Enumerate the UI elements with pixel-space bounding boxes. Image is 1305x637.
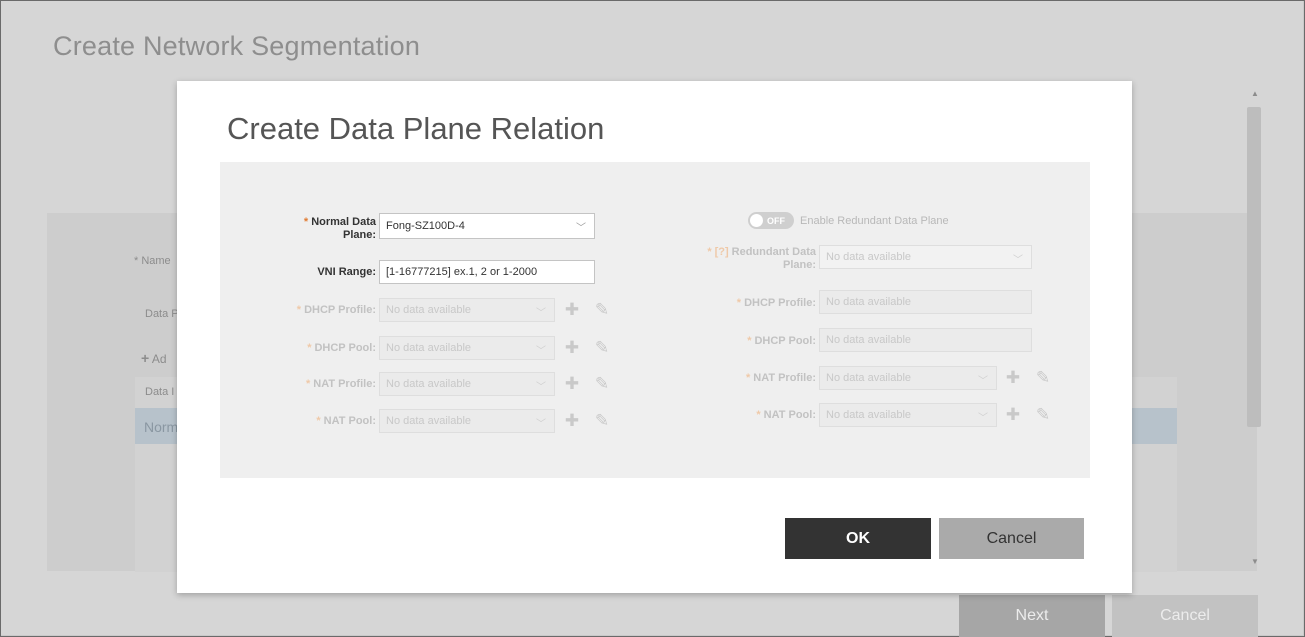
chevron-down-icon: ﹀ xyxy=(536,308,546,319)
redundant-dhcp-pool-value: No data available xyxy=(826,334,912,346)
edit-redundant-nat-profile-icon[interactable]: ✎ xyxy=(1033,367,1053,389)
redundant-dhcp-pool-label: * DHCP Pool: xyxy=(747,335,816,347)
ok-button[interactable]: OK xyxy=(785,518,931,559)
redundant-nat-profile-select[interactable]: No data available ﹀ xyxy=(819,366,997,390)
nat-profile-label: * NAT Profile: xyxy=(305,378,376,390)
name-label: * Name xyxy=(134,255,171,267)
required-marker: * xyxy=(707,246,712,258)
help-icon[interactable]: [?] xyxy=(715,246,729,258)
redundant-nat-profile-label: * NAT Profile: xyxy=(745,372,816,384)
scroll-down-icon[interactable]: ▼ xyxy=(1251,557,1259,566)
dhcp-pool-label: * DHCP Pool: xyxy=(307,342,376,354)
dialog-title: Create Data Plane Relation xyxy=(227,111,605,146)
required-marker: * xyxy=(736,297,742,309)
plus-icon: + xyxy=(141,350,150,366)
dhcp-pool-value: No data available xyxy=(386,342,472,354)
chevron-down-icon: ﹀ xyxy=(978,376,988,387)
add-dhcp-profile-icon[interactable]: ✚ xyxy=(562,299,582,321)
required-marker: * xyxy=(316,415,321,427)
edit-dhcp-pool-icon[interactable]: ✎ xyxy=(592,337,612,359)
redundant-data-plane-toggle[interactable]: OFF xyxy=(748,212,794,229)
page-title: Create Network Segmentation xyxy=(53,31,421,61)
nat-pool-value: No data available xyxy=(386,415,472,427)
nat-profile-select[interactable]: No data available ﹀ xyxy=(379,372,555,396)
toggle-state: OFF xyxy=(767,215,785,226)
redundant-toggle-label: Enable Redundant Data Plane xyxy=(800,215,949,227)
chevron-down-icon: ﹀ xyxy=(536,382,546,393)
required-marker: * xyxy=(296,304,302,316)
cancel-button[interactable]: Cancel xyxy=(939,518,1084,559)
nat-pool-select[interactable]: No data available ﹀ xyxy=(379,409,555,433)
dhcp-pool-select[interactable]: No data available ﹀ xyxy=(379,336,555,360)
normal-data-plane-value: Fong-SZ100D-4 xyxy=(386,220,465,232)
add-redundant-nat-pool-icon[interactable]: ✚ xyxy=(1003,404,1023,426)
required-marker: * xyxy=(745,372,751,384)
vni-range-label: VNI Range: xyxy=(317,266,376,278)
normal-data-plane-label: * Normal Data Plane: xyxy=(303,216,376,241)
edit-redundant-nat-pool-icon[interactable]: ✎ xyxy=(1033,404,1053,426)
edit-nat-pool-icon[interactable]: ✎ xyxy=(592,410,612,432)
dhcp-profile-select[interactable]: No data available ﹀ xyxy=(379,298,555,322)
chevron-down-icon: ﹀ xyxy=(978,413,988,424)
chevron-down-icon: ﹀ xyxy=(536,419,546,430)
redundant-dhcp-profile-value: No data available xyxy=(826,296,912,308)
redundant-nat-profile-value: No data available xyxy=(826,372,912,384)
chevron-down-icon: ﹀ xyxy=(536,346,546,357)
table-column-header: Data I xyxy=(145,386,175,398)
redundant-nat-pool-select[interactable]: No data available ﹀ xyxy=(819,403,997,427)
edit-dhcp-profile-icon[interactable]: ✎ xyxy=(592,299,612,321)
redundant-data-plane-label: * [?] Redundant Data Plane: xyxy=(707,246,816,271)
add-button[interactable]: + Ad xyxy=(141,350,167,366)
add-nat-pool-icon[interactable]: ✚ xyxy=(562,410,582,432)
redundant-dhcp-profile-input[interactable]: No data available xyxy=(819,290,1032,314)
chevron-down-icon: ﹀ xyxy=(1013,255,1023,266)
required-marker: * xyxy=(747,335,752,347)
nat-pool-label: * NAT Pool: xyxy=(316,415,376,427)
redundant-data-plane-select[interactable]: No data available ﹀ xyxy=(819,245,1032,269)
form-panel: * Normal Data Plane: Fong-SZ100D-4 ﹀ VNI … xyxy=(220,162,1090,478)
redundant-nat-pool-value: No data available xyxy=(826,409,912,421)
dhcp-profile-value: No data available xyxy=(386,304,472,316)
add-redundant-nat-profile-icon[interactable]: ✚ xyxy=(1003,367,1023,389)
add-dhcp-pool-icon[interactable]: ✚ xyxy=(562,337,582,359)
redundant-nat-pool-label: * NAT Pool: xyxy=(756,409,816,421)
required-marker: * xyxy=(307,342,312,354)
dhcp-profile-label: * DHCP Profile: xyxy=(296,304,376,316)
chevron-down-icon: ﹀ xyxy=(576,223,586,234)
table-row-text: Norm xyxy=(144,419,179,435)
vni-range-input[interactable]: [1-16777215] ex.1, 2 or 1-2000 xyxy=(379,260,595,284)
vni-range-placeholder: [1-16777215] ex.1, 2 or 1-2000 xyxy=(386,266,538,278)
add-nat-profile-icon[interactable]: ✚ xyxy=(562,373,582,395)
normal-data-plane-select[interactable]: Fong-SZ100D-4 ﹀ xyxy=(379,213,595,239)
create-data-plane-relation-dialog: Create Data Plane Relation * Normal Data … xyxy=(177,81,1132,593)
redundant-dhcp-pool-input[interactable]: No data available xyxy=(819,328,1032,352)
data-plane-label: Data P xyxy=(145,308,179,320)
required-marker: * xyxy=(305,378,311,390)
edit-nat-profile-icon[interactable]: ✎ xyxy=(592,373,612,395)
redundant-data-plane-value: No data available xyxy=(826,251,912,263)
required-marker: * xyxy=(303,216,309,228)
scroll-up-icon[interactable]: ▲ xyxy=(1251,89,1259,98)
nat-profile-value: No data available xyxy=(386,378,472,390)
scrollbar[interactable] xyxy=(1247,107,1261,427)
required-marker: * xyxy=(756,409,761,421)
add-button-label: Ad xyxy=(151,352,167,366)
toggle-knob xyxy=(750,214,763,227)
next-button[interactable]: Next xyxy=(959,595,1105,637)
background-cancel-button[interactable]: Cancel xyxy=(1112,595,1258,637)
redundant-dhcp-profile-label: * DHCP Profile: xyxy=(736,297,816,309)
